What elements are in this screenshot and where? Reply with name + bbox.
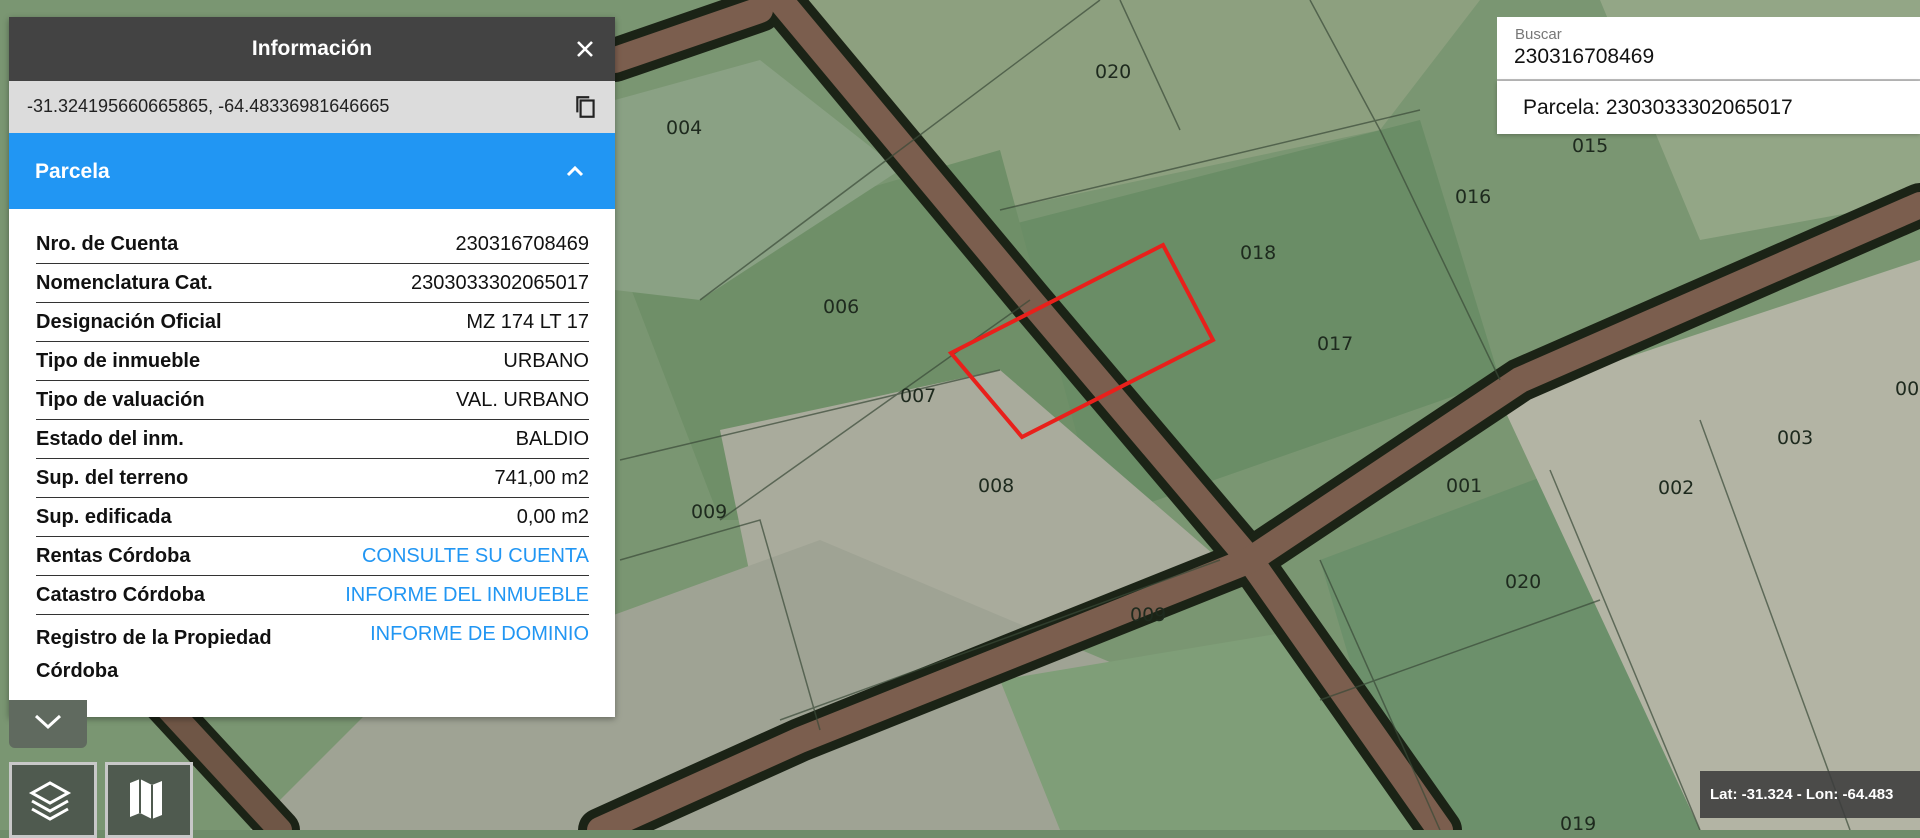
consulte-cuenta-link[interactable]: CONSULTE SU CUENTA xyxy=(362,544,589,569)
map-icon xyxy=(130,779,162,819)
lot-label: 00 xyxy=(1895,378,1919,400)
copy-icon[interactable] xyxy=(573,94,599,120)
parcela-section-header[interactable]: Parcela xyxy=(9,133,615,209)
lot-label: 006 xyxy=(823,296,859,318)
row-label: Tipo de inmueble xyxy=(36,350,201,372)
section-title: Parcela xyxy=(35,160,110,183)
table-row: Estado del inm. BALDIO xyxy=(36,420,589,459)
coordinates-text: -31.324195660665865, -64.48336981646665 xyxy=(27,96,390,116)
row-label: Registro de la Propiedad Córdoba xyxy=(36,627,272,682)
row-label: Tipo de valuación xyxy=(36,389,205,411)
lot-label: 001 xyxy=(1446,475,1482,497)
coordinates-bar: -31.324195660665865, -64.48336981646665 xyxy=(9,81,615,133)
row-value: MZ 174 LT 17 xyxy=(466,311,589,333)
chevron-down-icon xyxy=(34,714,62,730)
row-label: Designación Oficial xyxy=(36,311,222,333)
lot-label: 020 xyxy=(1095,61,1131,83)
row-value: 2303033302065017 xyxy=(411,272,589,294)
latlon-readout: Lat: -31.324 - Lon: -64.483 xyxy=(1700,771,1920,818)
search-input[interactable] xyxy=(1514,45,1894,69)
latlon-text: Lat: -31.324 - Lon: -64.483 xyxy=(1710,786,1894,803)
row-value: BALDIO xyxy=(515,428,589,450)
table-row: Nomenclatura Cat. 2303033302065017 xyxy=(36,264,589,303)
row-value: VAL. URBANO xyxy=(456,389,589,411)
parcel-attributes: Nro. de Cuenta 230316708469 Nomenclatura… xyxy=(9,209,615,694)
row-label: Rentas Córdoba xyxy=(36,545,191,567)
lot-label: 004 xyxy=(666,117,702,139)
lot-label: 018 xyxy=(1240,242,1276,264)
search-result-label: Parcela: 2303033302065017 xyxy=(1523,96,1793,119)
lot-label: 016 xyxy=(1455,186,1491,208)
search-caption: Buscar xyxy=(1515,26,1562,43)
table-row: Rentas Córdoba CONSULTE SU CUENTA xyxy=(36,537,589,576)
informe-dominio-link[interactable]: INFORME DE DOMINIO xyxy=(370,622,589,647)
table-row: Tipo de valuación VAL. URBANO xyxy=(36,381,589,420)
row-value: URBANO xyxy=(503,350,589,372)
row-label: Nomenclatura Cat. xyxy=(36,272,213,294)
lot-label: 017 xyxy=(1317,333,1353,355)
row-label: Catastro Córdoba xyxy=(36,584,205,606)
lot-label: 009 xyxy=(691,501,727,523)
row-label: Sup. del terreno xyxy=(36,467,189,489)
search-box: Buscar xyxy=(1497,17,1920,81)
search-result-item[interactable]: Parcela: 2303033302065017 xyxy=(1497,81,1920,134)
row-label: Nro. de Cuenta xyxy=(36,233,179,255)
informe-inmueble-link[interactable]: INFORME DEL INMUEBLE xyxy=(345,583,589,608)
layers-button[interactable] xyxy=(9,762,97,838)
expand-button[interactable] xyxy=(9,700,87,748)
info-panel-header: Información xyxy=(9,17,615,81)
table-row: Catastro Córdoba INFORME DEL INMUEBLE xyxy=(36,576,589,615)
row-value: 230316708469 xyxy=(455,233,589,255)
lot-label: 003 xyxy=(1777,427,1813,449)
table-row: Registro de la Propiedad Córdoba INFORME… xyxy=(36,615,589,694)
row-label: Estado del inm. xyxy=(36,428,184,450)
lot-label: 008 xyxy=(978,475,1014,497)
close-icon[interactable] xyxy=(573,37,597,61)
info-panel: Información -31.324195660665865, -64.483… xyxy=(9,17,615,717)
chevron-up-icon[interactable] xyxy=(563,159,587,183)
row-value: 741,00 m2 xyxy=(494,467,589,489)
table-row: Tipo de inmueble URBANO xyxy=(36,342,589,381)
info-panel-title: Información xyxy=(251,37,373,60)
row-label: Sup. edificada xyxy=(36,506,172,528)
table-row: Nro. de Cuenta 230316708469 xyxy=(36,225,589,264)
lot-label: 007 xyxy=(900,385,936,407)
layers-icon xyxy=(28,781,72,821)
table-row: Sup. del terreno 741,00 m2 xyxy=(36,459,589,498)
lot-label: 015 xyxy=(1572,135,1608,157)
lot-label: 002 xyxy=(1658,477,1694,499)
lot-label: 009 xyxy=(1130,604,1166,626)
lot-label: 019 xyxy=(1560,813,1596,830)
table-row: Sup. edificada 0,00 m2 xyxy=(36,498,589,537)
basemap-button[interactable] xyxy=(105,762,193,838)
table-row: Designación Oficial MZ 174 LT 17 xyxy=(36,303,589,342)
lot-label: 020 xyxy=(1505,571,1541,593)
row-value: 0,00 m2 xyxy=(516,506,589,528)
